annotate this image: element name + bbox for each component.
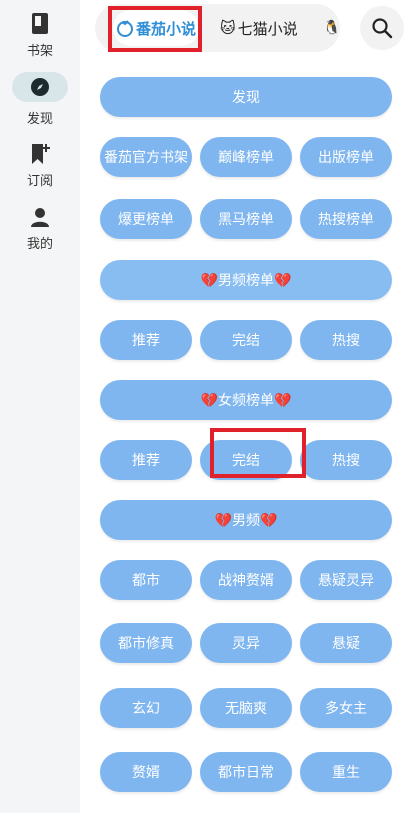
tab-penguin[interactable]: 🐧 xyxy=(323,4,340,52)
sidebar-item-bookshelf[interactable]: 书架 xyxy=(0,12,80,59)
genre-urban-button[interactable]: 都市 xyxy=(100,560,192,600)
genre-rebirth-button[interactable]: 重生 xyxy=(300,752,392,792)
bookmark-add-icon xyxy=(32,144,50,164)
male-rank-header[interactable]: 💔男频榜单💔 xyxy=(100,260,392,300)
genre-mystery-button[interactable]: 悬疑灵异 xyxy=(300,560,392,600)
genre-mindless-button[interactable]: 无脑爽 xyxy=(200,688,292,728)
genre-harem-button[interactable]: 多女主 xyxy=(300,688,392,728)
sidebar-item-discover[interactable]: 发现 xyxy=(0,72,80,127)
source-tabs: 番茄小说 🐱 七猫小说 🐧 xyxy=(95,4,340,52)
genre-sonlaw-button[interactable]: 赘婿 xyxy=(100,752,192,792)
genre-daily-button[interactable]: 都市日常 xyxy=(200,752,292,792)
genre-urban-cultivation-button[interactable]: 都市修真 xyxy=(100,623,192,663)
male-genre-header[interactable]: 💔男频💔 xyxy=(100,500,392,540)
book-icon xyxy=(32,13,48,34)
sidebar-item-subscribe[interactable]: 订阅 xyxy=(0,142,80,189)
male-hot-button[interactable]: 热搜 xyxy=(300,320,392,360)
genre-supernatural-button[interactable]: 灵异 xyxy=(200,623,292,663)
female-hot-button[interactable]: 热搜 xyxy=(300,440,392,480)
darkhorse-rank-button[interactable]: 黑马榜单 xyxy=(200,199,292,239)
discover-button[interactable]: 发现 xyxy=(100,77,392,117)
tomato-icon xyxy=(116,20,133,37)
cat-icon: 🐱 xyxy=(220,19,236,37)
tab-fanqie[interactable]: 番茄小说 xyxy=(113,10,199,46)
female-finished-button[interactable]: 完结 xyxy=(200,440,292,480)
person-icon xyxy=(31,208,49,227)
compass-icon xyxy=(31,78,49,96)
search-button[interactable] xyxy=(360,6,404,50)
genre-fantasy-button[interactable]: 玄幻 xyxy=(100,688,192,728)
update-rank-button[interactable]: 爆更榜单 xyxy=(100,199,192,239)
tab-label: 番茄小说 xyxy=(135,19,196,38)
sidebar-item-label: 我的 xyxy=(26,237,53,252)
tab-label: 七猫小说 xyxy=(237,19,298,38)
sidebar-item-label: 发现 xyxy=(26,112,53,127)
sidebar: 书架 发现 订阅 我的 xyxy=(0,0,80,813)
peak-rank-button[interactable]: 巅峰榜单 xyxy=(200,137,292,177)
genre-warlord-button[interactable]: 战神赘婿 xyxy=(200,560,292,600)
hotsearch-rank-button[interactable]: 热搜榜单 xyxy=(300,199,392,239)
female-rank-header[interactable]: 💔女频榜单💔 xyxy=(100,380,392,420)
official-shelf-button[interactable]: 番茄官方书架 xyxy=(100,137,192,177)
male-recommend-button[interactable]: 推荐 xyxy=(100,320,192,360)
male-finished-button[interactable]: 完结 xyxy=(200,320,292,360)
active-indicator xyxy=(12,72,68,102)
female-recommend-button[interactable]: 推荐 xyxy=(100,440,192,480)
sidebar-item-label: 书架 xyxy=(26,44,53,59)
genre-suspense-button[interactable]: 悬疑 xyxy=(300,623,392,663)
sidebar-item-profile[interactable]: 我的 xyxy=(0,205,80,252)
sidebar-item-label: 订阅 xyxy=(26,174,53,189)
penguin-icon: 🐧 xyxy=(323,20,340,36)
search-icon xyxy=(372,18,393,39)
main-content: 番茄小说 🐱 七猫小说 🐧 发现 番茄官方书架 巅峰榜单 出版榜单 爆更榜单 黑… xyxy=(80,0,412,813)
tab-qimao[interactable]: 🐱 七猫小说 xyxy=(220,4,298,52)
publish-rank-button[interactable]: 出版榜单 xyxy=(300,137,392,177)
